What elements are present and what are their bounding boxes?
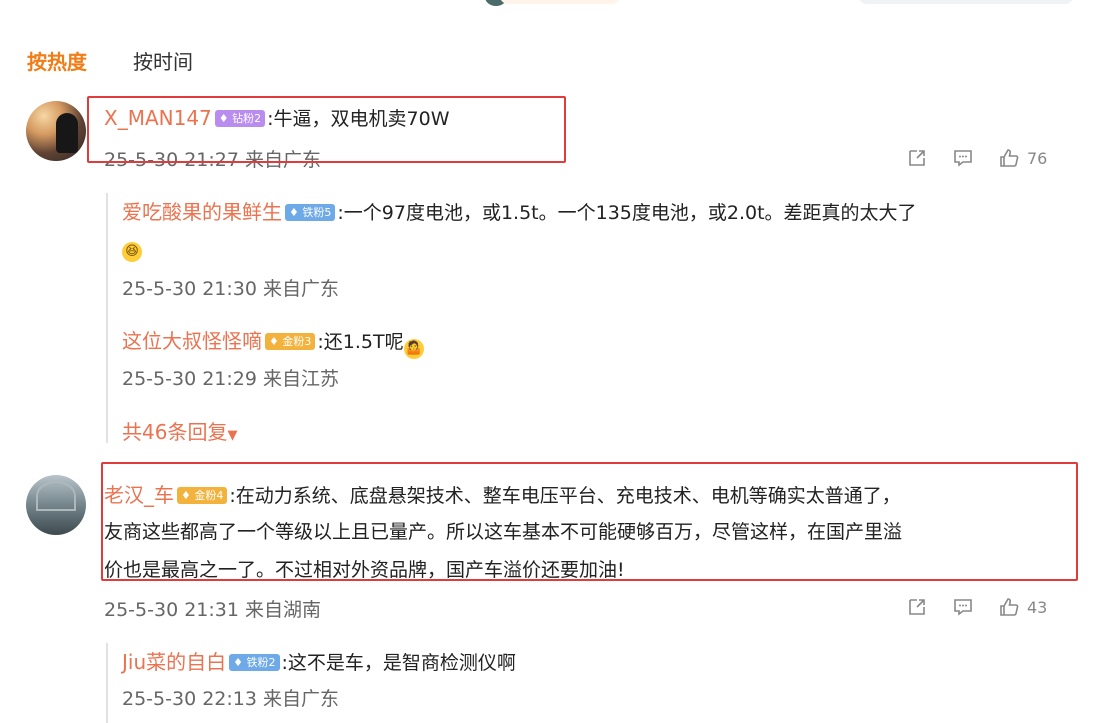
comment-actions: 76 <box>905 146 1047 170</box>
like-count: 76 <box>1027 148 1048 168</box>
comment-actions: 43 <box>905 595 1047 619</box>
comment-meta: 25-5-30 21:31 来自湖南 <box>104 599 321 621</box>
top-chip[interactable] <box>500 0 620 4</box>
emoji-line: 😆 <box>122 236 142 262</box>
avatar[interactable] <box>26 475 86 535</box>
tab-sort-time[interactable]: 按时间 <box>133 46 193 75</box>
reply-meta: 25-5-30 21:29 来自江苏 <box>122 368 339 390</box>
username[interactable]: Jiu菜的自白 <box>122 650 226 674</box>
tab-sort-hot[interactable]: 按热度 <box>27 46 87 75</box>
reply-text: :一个97度电池，或1.5t。一个135度电池，或2.0t。差距真的太大了 <box>337 202 917 224</box>
like-icon <box>1000 598 1019 616</box>
reply-meta: 25-5-30 22:13 来自广东 <box>122 688 339 710</box>
like-icon <box>1000 149 1019 167</box>
comment-icon[interactable] <box>951 146 975 170</box>
reply-header: Jiu菜的自白 ♦ 铁粉2:这不是车，是智商检测仪啊 <box>122 646 516 675</box>
sort-tabs: 按热度 按时间 <box>27 46 193 75</box>
more-replies-link[interactable]: 共46条回复▼ <box>122 416 237 445</box>
fan-badge: ♦ 金粉3 <box>265 333 316 350</box>
shrug-emoji: 🤷 <box>403 339 424 359</box>
reply-text: :这不是车，是智商检测仪啊 <box>281 652 516 674</box>
reply-meta: 25-5-30 21:30 来自广东 <box>122 278 339 300</box>
reply-divider <box>106 643 108 723</box>
share-icon[interactable] <box>905 595 929 619</box>
top-bar <box>0 0 1099 8</box>
chevron-down-icon: ▼ <box>227 428 238 443</box>
username[interactable]: 爱吃酸果的果鲜生 <box>122 200 282 224</box>
username[interactable]: 这位大叔怪怪嘀 <box>122 329 262 353</box>
reply-text: :还1.5T呢 <box>317 331 404 353</box>
reply-header: 这位大叔怪怪嘀 ♦ 金粉3:还1.5T呢 🤷 <box>122 325 424 359</box>
reply-divider <box>106 193 108 443</box>
reply-header: 爱吃酸果的果鲜生 ♦ 铁粉5:一个97度电池，或1.5t。一个135度电池，或2.… <box>122 196 917 225</box>
like-button[interactable]: 76 <box>997 146 1047 170</box>
highlight-box <box>101 462 1078 581</box>
fan-badge: ♦ 铁粉5 <box>285 204 336 221</box>
share-icon[interactable] <box>905 146 929 170</box>
comment-icon[interactable] <box>951 595 975 619</box>
top-search-box[interactable] <box>858 0 1074 4</box>
avatar[interactable] <box>26 101 86 161</box>
like-button[interactable]: 43 <box>997 595 1047 619</box>
like-count: 43 <box>1027 597 1048 617</box>
highlight-box <box>87 96 566 163</box>
fan-badge: ♦ 铁粉2 <box>229 654 280 671</box>
laugh-emoji: 😆 <box>122 242 142 262</box>
